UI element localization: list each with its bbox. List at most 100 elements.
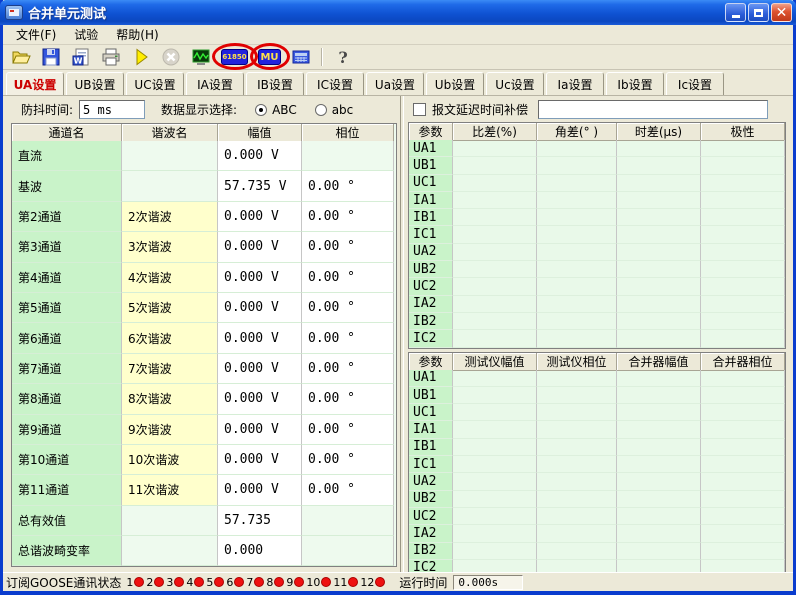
stop-test-button[interactable] <box>161 47 181 67</box>
table-row: UA2 <box>409 244 785 261</box>
menu-item[interactable]: 试验 <box>65 24 107 45</box>
goose-channel-indicator: 12 <box>360 576 385 589</box>
phase-cell[interactable]: 0.00 ° <box>302 293 394 323</box>
channel-name-cell: 总谐波畸变率 <box>12 536 122 566</box>
waveform-button[interactable] <box>191 47 211 67</box>
minimize-button[interactable] <box>725 3 746 22</box>
tester-phase-cell <box>537 473 617 490</box>
phase-cell[interactable] <box>302 506 394 536</box>
delay-compensation-input[interactable] <box>538 100 768 119</box>
phase-cell[interactable] <box>302 141 394 171</box>
tab[interactable]: Ua设置 <box>366 72 424 95</box>
table-row: IB2 <box>409 313 785 330</box>
amplitude-cell[interactable]: 0.000 V <box>218 232 302 262</box>
amplitude-cell[interactable]: 0.000 <box>218 536 302 566</box>
phase-cell[interactable]: 0.00 ° <box>302 445 394 475</box>
param-cell: IB1 <box>409 439 453 456</box>
tab[interactable]: Ub设置 <box>426 72 484 95</box>
tab[interactable]: IB设置 <box>246 72 304 95</box>
table-row: 总谐波畸变率 0.000 <box>12 536 396 566</box>
phase-cell[interactable]: 0.00 ° <box>302 384 394 414</box>
status-light-icon <box>294 577 304 587</box>
menu-item[interactable]: 帮助(H) <box>107 24 167 45</box>
amplitude-cell[interactable]: 0.000 V <box>218 384 302 414</box>
amplitude-cell[interactable]: 0.000 V <box>218 475 302 505</box>
status-light-icon <box>134 577 144 587</box>
amplitude-cell[interactable]: 0.000 V <box>218 415 302 445</box>
harmonic-name-cell: 2次谐波 <box>122 202 218 232</box>
phase-cell[interactable]: 0.00 ° <box>302 232 394 262</box>
menu-item[interactable]: 文件(F) <box>7 24 65 45</box>
table-row: IA1 <box>409 421 785 438</box>
harmonic-name-cell: 8次谐波 <box>122 384 218 414</box>
table-row: UC2 <box>409 278 785 295</box>
mu-config-button[interactable]: MU <box>258 49 281 65</box>
amplitude-cell[interactable]: 0.000 V <box>218 293 302 323</box>
channel-name-cell: 第10通道 <box>12 445 122 475</box>
tab[interactable]: UA设置 <box>6 72 64 95</box>
tester-amplitude-cell <box>453 456 537 473</box>
tab[interactable]: UC设置 <box>126 72 184 95</box>
amplitude-cell[interactable]: 57.735 V <box>218 171 302 201</box>
table-row: IB2 <box>409 543 785 560</box>
param-cell: UC1 <box>409 404 453 421</box>
help-button[interactable]: ? <box>333 47 353 67</box>
tab[interactable]: UB设置 <box>66 72 124 95</box>
tab[interactable]: Ia设置 <box>546 72 604 95</box>
phase-cell[interactable]: 0.00 ° <box>302 475 394 505</box>
tab[interactable]: IC设置 <box>306 72 364 95</box>
run-test-button[interactable] <box>131 47 151 67</box>
time-error-cell <box>617 209 701 226</box>
angle-error-cell <box>537 313 617 330</box>
channel-name-cell: 第8通道 <box>12 384 122 414</box>
mu-badge-label: MU <box>260 52 278 63</box>
debounce-time-input[interactable] <box>79 100 145 119</box>
param-cell: IB2 <box>409 313 453 330</box>
save-button[interactable] <box>41 47 61 67</box>
amplitude-cell[interactable]: 0.000 V <box>218 202 302 232</box>
tester-amplitude-cell <box>453 404 537 421</box>
table-row: UC2 <box>409 508 785 525</box>
amplitude-cell[interactable]: 0.000 V <box>218 141 302 171</box>
merger-amplitude-cell <box>617 508 701 525</box>
tab[interactable]: Ic设置 <box>666 72 724 95</box>
status-light-icon <box>174 577 184 587</box>
amplitude-cell[interactable]: 0.000 V <box>218 263 302 293</box>
phase-cell[interactable] <box>302 536 394 566</box>
phase-cell[interactable]: 0.00 ° <box>302 263 394 293</box>
tester-amplitude-cell <box>453 473 537 490</box>
amplitude-cell[interactable]: 57.735 <box>218 506 302 536</box>
amplitude-cell[interactable]: 0.000 V <box>218 445 302 475</box>
phase-cell[interactable]: 0.00 ° <box>302 415 394 445</box>
indicator-number: 7 <box>246 576 253 589</box>
close-button[interactable]: ✕ <box>771 3 792 22</box>
device-panel-button[interactable] <box>291 47 311 67</box>
phase-cell[interactable]: 0.00 ° <box>302 171 394 201</box>
svg-text:?: ? <box>338 48 347 67</box>
amplitude-cell[interactable]: 0.000 V <box>218 354 302 384</box>
maximize-button[interactable] <box>748 3 769 22</box>
tab[interactable]: Ib设置 <box>606 72 664 95</box>
delay-compensation-checkbox[interactable] <box>413 103 426 116</box>
ratio-error-cell <box>453 192 537 209</box>
close-icon: ✕ <box>776 6 788 20</box>
amplitude-cell[interactable]: 0.000 V <box>218 323 302 353</box>
tester-phase-cell <box>537 456 617 473</box>
open-button[interactable] <box>11 47 31 67</box>
export-word-button[interactable]: W <box>71 47 91 67</box>
phase-cell[interactable]: 0.00 ° <box>302 354 394 384</box>
phase-cell[interactable]: 0.00 ° <box>302 202 394 232</box>
phase-cell[interactable]: 0.00 ° <box>302 323 394 353</box>
radio-abc[interactable]: ABC <box>255 103 297 117</box>
polarity-cell <box>701 226 785 243</box>
goose-channel-indicator: 11 <box>333 576 358 589</box>
channel-name-cell: 第6通道 <box>12 323 122 353</box>
radio-abc-lower[interactable]: abc <box>315 103 354 117</box>
tab[interactable]: IA设置 <box>186 72 244 95</box>
iec61850-config-button[interactable]: 61850 <box>221 49 248 65</box>
print-button[interactable] <box>101 47 121 67</box>
tab[interactable]: Uc设置 <box>486 72 544 95</box>
status-light-icon <box>274 577 284 587</box>
goose-channel-indicator: 10 <box>306 576 331 589</box>
table-row: IA2 <box>409 525 785 542</box>
